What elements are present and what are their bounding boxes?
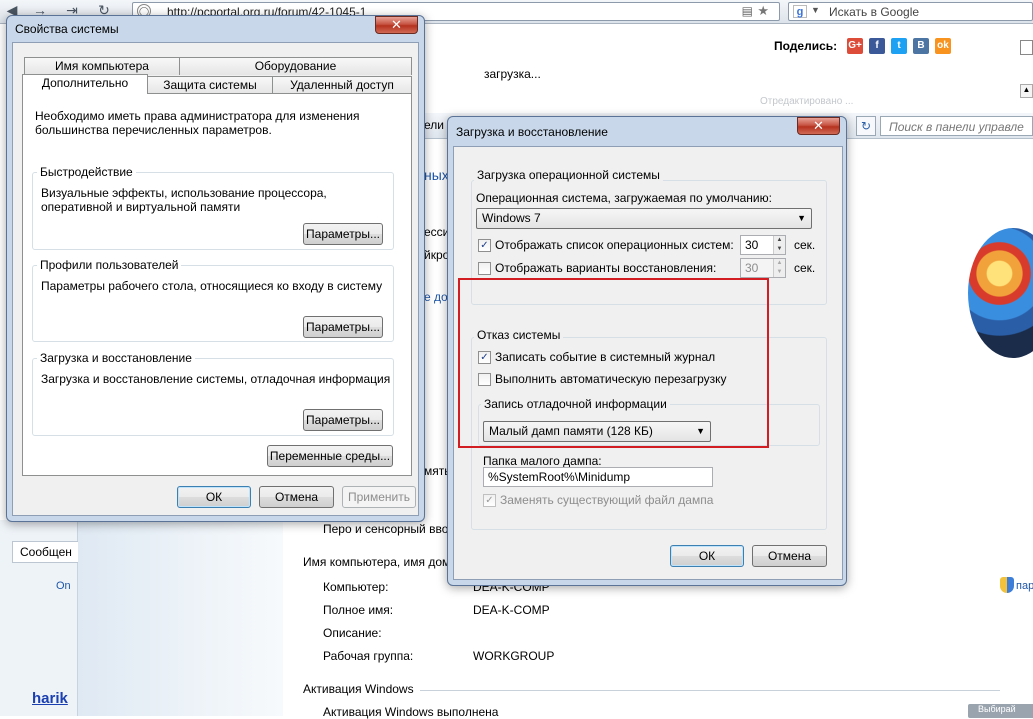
seconds-unit-2: сек. xyxy=(794,261,816,275)
environment-variables-button[interactable]: Переменные среды... xyxy=(267,445,393,467)
spinner-arrows-icon[interactable]: ▲ ▼ xyxy=(773,236,785,254)
google-g-icon: g xyxy=(793,5,807,18)
overwrite-dump-checkbox: ✓ xyxy=(483,494,496,507)
startup-recovery-close-icon[interactable]: ✕ xyxy=(797,117,840,135)
show-os-list-seconds-spinner[interactable]: 30 ▲ ▼ xyxy=(740,235,786,255)
page-fragment-2: йкро xyxy=(424,248,450,262)
startup-recovery-cancel-button[interactable]: Отмена xyxy=(752,545,827,567)
startup-recovery-description: Загрузка и восстановление системы, отлад… xyxy=(41,372,391,386)
highlight-frame xyxy=(458,278,769,448)
dump-folder-value: %SystemRoot%\Minidump xyxy=(488,470,631,484)
tab-computer-name[interactable]: Имя компьютера xyxy=(24,57,180,75)
tab-hardware[interactable]: Оборудование xyxy=(179,57,412,75)
control-panel-search[interactable]: Поиск в панели управле xyxy=(880,116,1033,136)
overwrite-dump-label: Заменять существующий файл дампа xyxy=(500,493,714,507)
user-profiles-settings-button[interactable]: Параметры... xyxy=(303,316,383,338)
show-recovery-seconds-spinner: 30 ▲ ▼ xyxy=(740,258,786,278)
loading-text: загрузка... xyxy=(484,67,541,81)
share-label: Поделись: xyxy=(774,39,838,53)
twitter-share-icon[interactable]: t xyxy=(891,38,907,54)
change-settings-link-fragment[interactable]: пар xyxy=(1016,580,1033,592)
activation-section-title: Активация Windows xyxy=(303,682,414,696)
browser-search-box[interactable]: g ▼ Искать в Google xyxy=(788,2,1033,21)
full-name-value: DEA-K-COMP xyxy=(473,603,550,617)
system-properties-ok-button[interactable]: ОК xyxy=(177,486,251,508)
default-os-select[interactable]: Windows 7 ▼ xyxy=(476,208,812,229)
chevron-down-icon: ▼ xyxy=(797,213,806,223)
messages-button[interactable]: Сообщен xyxy=(12,541,78,563)
system-properties-client: Имя компьютера Оборудование Дополнительн… xyxy=(12,42,419,516)
seconds-unit-1: сек. xyxy=(794,238,816,252)
workgroup-label: Рабочая группа: xyxy=(323,649,414,663)
dump-folder-input[interactable]: %SystemRoot%\Minidump xyxy=(483,467,713,487)
rss-icon[interactable]: ▤ xyxy=(742,4,753,18)
tab-remote-access[interactable]: Удаленный доступ xyxy=(272,76,412,94)
startup-recovery-group-title: Загрузка и восстановление xyxy=(37,351,195,365)
system-properties-window: Свойства системы ✕ Имя компьютера Оборуд… xyxy=(6,15,425,522)
online-link[interactable]: On xyxy=(56,580,71,592)
system-properties-cancel-button[interactable]: Отмена xyxy=(259,486,334,508)
system-properties-close-icon[interactable]: ✕ xyxy=(375,16,418,34)
show-recovery-seconds-value: 30 xyxy=(745,261,759,275)
computer-name-section-title: Имя компьютера, имя дом xyxy=(303,555,451,569)
startup-recovery-title: Загрузка и восстановление xyxy=(456,125,608,139)
control-panel-search-placeholder: Поиск в панели управле xyxy=(889,120,1024,134)
star-icon[interactable]: ★ xyxy=(757,3,769,19)
show-os-list-label: Отображать список операционных систем: xyxy=(495,238,734,252)
left-pane-gradient xyxy=(78,520,283,716)
performance-group-title: Быстродействие xyxy=(37,165,136,179)
spinner-arrows-disabled-icon: ▲ ▼ xyxy=(773,259,785,277)
computer-label: Компьютер: xyxy=(323,580,389,594)
search-engine-dropdown-icon[interactable]: ▼ xyxy=(811,5,820,15)
cp-link-fragment[interactable]: ных xyxy=(424,167,449,183)
refresh-icon[interactable]: ↻ xyxy=(856,116,876,136)
user-profiles-group-title: Профили пользователей xyxy=(37,258,182,272)
default-os-label: Операционная система, загружаемая по умо… xyxy=(476,191,772,205)
show-recovery-checkbox[interactable] xyxy=(478,262,491,275)
tab-system-protection[interactable]: Защита системы xyxy=(147,76,273,94)
startup-recovery-settings-button[interactable]: Параметры... xyxy=(303,409,383,431)
default-os-value: Windows 7 xyxy=(482,211,541,225)
startup-recovery-ok-button[interactable]: ОК xyxy=(670,545,744,567)
os-startup-group-title: Загрузка операционной системы xyxy=(474,168,663,182)
system-properties-apply-button: Применить xyxy=(342,486,416,508)
tab-advanced[interactable]: Дополнительно xyxy=(22,74,148,94)
user-link-harik[interactable]: harik xyxy=(32,690,68,707)
activation-status: Активация Windows выполнена xyxy=(323,705,499,719)
vk-share-icon[interactable]: B xyxy=(913,38,929,54)
browser-search-placeholder: Искать в Google xyxy=(829,5,920,19)
workgroup-value: WORKGROUP xyxy=(473,649,555,663)
performance-settings-button[interactable]: Параметры... xyxy=(303,223,383,245)
show-recovery-label: Отображать варианты восстановления: xyxy=(495,261,717,275)
user-profiles-description: Параметры рабочего стола, относящиеся ко… xyxy=(41,279,383,293)
scroll-up-icon[interactable]: ▲ xyxy=(1020,84,1033,98)
page-scroll-control[interactable] xyxy=(1020,40,1033,55)
show-os-list-checkbox[interactable]: ✓ xyxy=(478,239,491,252)
dump-folder-label: Папка малого дампа: xyxy=(483,454,602,468)
full-name-label: Полное имя: xyxy=(323,603,394,617)
description-label: Описание: xyxy=(323,626,382,640)
blurred-post-header: Отредактировано ... xyxy=(760,96,854,107)
show-os-list-seconds-value: 30 xyxy=(745,238,759,252)
pen-touch-label: Перо и сенсорный вво xyxy=(323,522,449,536)
system-properties-title: Свойства системы xyxy=(15,22,119,36)
admin-rights-note: Необходимо иметь права администратора дл… xyxy=(35,109,360,137)
performance-description: Визуальные эффекты, использование процес… xyxy=(41,186,327,214)
advanced-tab-panel: Необходимо иметь права администратора дл… xyxy=(22,93,412,476)
section-divider xyxy=(420,690,1000,691)
odnoklassniki-share-icon[interactable]: ok xyxy=(935,38,951,54)
uac-shield-icon xyxy=(1000,577,1014,593)
google-plus-share-icon[interactable]: G+ xyxy=(847,38,863,54)
facebook-share-icon[interactable]: f xyxy=(869,38,885,54)
